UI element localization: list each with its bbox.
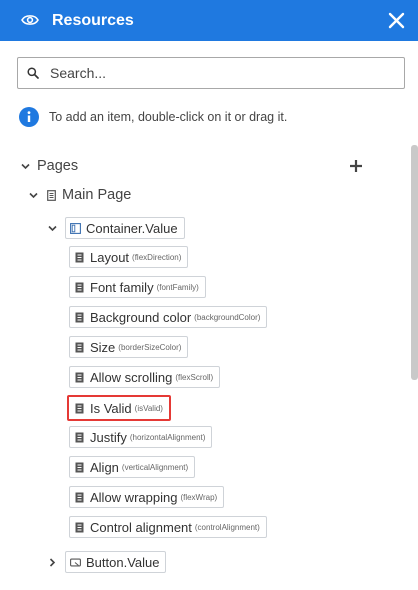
property-icon	[75, 462, 84, 472]
property-icon	[75, 522, 84, 532]
property-label: Font family	[90, 279, 154, 295]
tree-node-property[interactable]: Background color (backgroundColor)	[69, 306, 268, 328]
property-label: Control alignment	[90, 519, 192, 535]
close-icon[interactable]	[388, 12, 405, 29]
property-icon	[75, 252, 84, 262]
panel-header: Resources	[0, 0, 418, 41]
property-key: (flexWrap)	[180, 492, 218, 502]
container-icon	[70, 222, 81, 234]
property-key: (isValid)	[134, 403, 163, 413]
tree-node-property[interactable]: Control alignment (controlAlignment)	[69, 516, 267, 538]
add-icon[interactable]	[349, 159, 363, 173]
tree-item-main-page[interactable]: Main Page	[28, 186, 131, 204]
scrollbar[interactable]	[411, 145, 418, 380]
chevron-down-icon[interactable]	[28, 190, 39, 201]
property-icon	[75, 282, 84, 292]
tree-node-property[interactable]: Allow scrolling (flexScroll)	[69, 366, 221, 388]
property-icon	[75, 432, 84, 442]
tree-node-property[interactable]: Font family (fontFamily)	[69, 276, 206, 298]
container-label: Container.Value	[86, 220, 178, 236]
tree-node-property[interactable]: Allow wrapping (flexWrap)	[69, 486, 225, 508]
property-label: Layout	[90, 249, 130, 265]
property-key: (horizontalAlignment)	[129, 432, 206, 442]
main-page-label: Main Page	[62, 187, 132, 203]
property-key: (flexDirection)	[132, 252, 182, 262]
property-label: Allow scrolling	[90, 369, 173, 385]
tree-node-property[interactable]: Size (borderSizeColor)	[69, 336, 189, 358]
search-icon	[27, 67, 39, 79]
search-box	[17, 57, 405, 89]
info-icon	[19, 107, 39, 127]
button-icon	[70, 558, 81, 566]
property-icon	[75, 342, 84, 352]
chevron-down-icon[interactable]	[47, 223, 58, 234]
property-label: Background color	[90, 309, 192, 325]
property-key: (flexScroll)	[175, 372, 214, 382]
property-icon	[75, 492, 84, 502]
property-key: (verticalAlignment)	[121, 462, 189, 472]
property-icon	[75, 312, 84, 322]
tree-node-property[interactable]: Layout (flexDirection)	[69, 246, 189, 268]
property-key: (backgroundColor)	[194, 312, 261, 322]
tree-node-property[interactable]: Justify (horizontalAlignment)	[69, 426, 213, 448]
panel-title: Resources	[52, 12, 134, 29]
property-key: (controlAlignment)	[194, 522, 260, 532]
property-icon	[75, 372, 84, 382]
property-icon	[75, 403, 84, 413]
property-key: (fontFamily)	[156, 282, 199, 292]
tree-node-container[interactable]: Container.Value	[65, 217, 185, 239]
page-icon	[47, 189, 56, 201]
eye-icon	[21, 15, 39, 25]
tree-node-property-selected[interactable]: Is Valid (isValid)	[67, 395, 171, 421]
search-input[interactable]	[50, 61, 390, 85]
chevron-down-icon[interactable]	[20, 161, 31, 172]
property-label: Justify	[90, 429, 127, 445]
button-label: Button.Value	[86, 554, 160, 570]
property-key: (borderSizeColor)	[118, 342, 182, 352]
info-text: To add an item, double-click on it or dr…	[49, 110, 288, 124]
tree-node-property[interactable]: Align (verticalAlignment)	[69, 456, 196, 478]
property-label: Align	[90, 459, 119, 475]
property-label: Is Valid	[90, 400, 132, 416]
tree-node-button[interactable]: Button.Value	[65, 551, 167, 573]
tree-item-pages[interactable]: Pages	[20, 157, 78, 175]
pages-label: Pages	[37, 158, 79, 174]
property-label: Size	[90, 339, 116, 355]
property-label: Allow wrapping	[90, 489, 178, 505]
chevron-right-icon[interactable]	[47, 557, 58, 568]
